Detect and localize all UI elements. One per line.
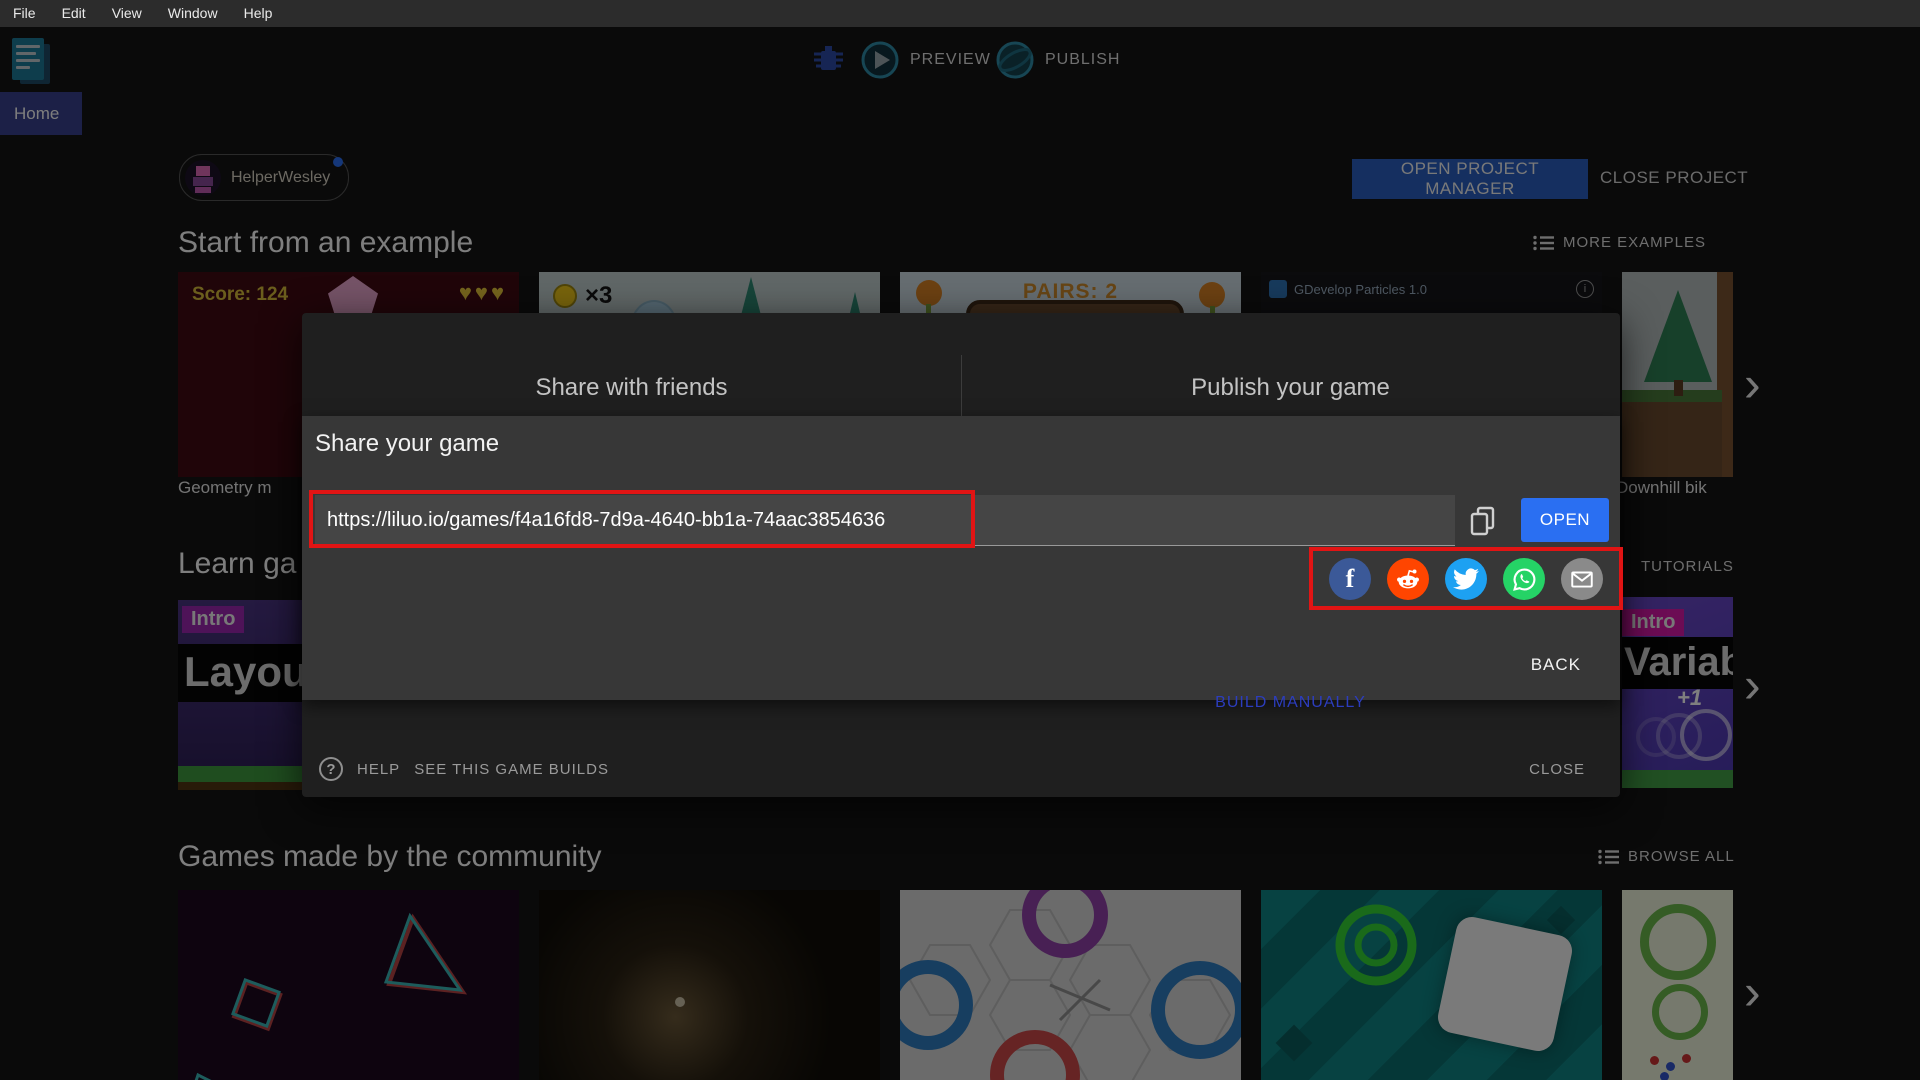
close-dialog-button[interactable]: CLOSE bbox=[1523, 760, 1591, 779]
see-game-builds-button[interactable]: SEE THIS GAME BUILDS bbox=[414, 761, 609, 778]
tab-share-with-friends[interactable]: Share with friends bbox=[302, 313, 961, 416]
dialog-footer: ? HELP SEE THIS GAME BUILDS bbox=[319, 754, 609, 784]
menu-file[interactable]: File bbox=[0, 0, 49, 27]
social-icons-highlight-annotation bbox=[1309, 547, 1623, 610]
back-button[interactable]: BACK bbox=[1525, 654, 1587, 676]
help-button[interactable]: HELP bbox=[357, 761, 400, 778]
url-highlight-annotation bbox=[309, 490, 975, 548]
copy-icon bbox=[1470, 506, 1495, 536]
copy-url-button[interactable] bbox=[1462, 500, 1504, 542]
app-window: File Edit View Window Help PREVIEW bbox=[0, 0, 1920, 1080]
tab-publish-your-game[interactable]: Publish your game bbox=[961, 313, 1620, 416]
menu-edit[interactable]: Edit bbox=[49, 0, 99, 27]
share-panel-title: Share your game bbox=[315, 430, 500, 457]
open-game-button[interactable]: OPEN bbox=[1521, 498, 1609, 542]
menu-window[interactable]: Window bbox=[155, 0, 231, 27]
menu-view[interactable]: View bbox=[99, 0, 155, 27]
build-manually-link[interactable]: BUILD MANUALLY bbox=[961, 694, 1620, 712]
tab-divider bbox=[961, 355, 962, 416]
menu-bar: File Edit View Window Help bbox=[0, 0, 1920, 27]
help-icon[interactable]: ? bbox=[319, 757, 343, 781]
menu-help[interactable]: Help bbox=[231, 0, 286, 27]
